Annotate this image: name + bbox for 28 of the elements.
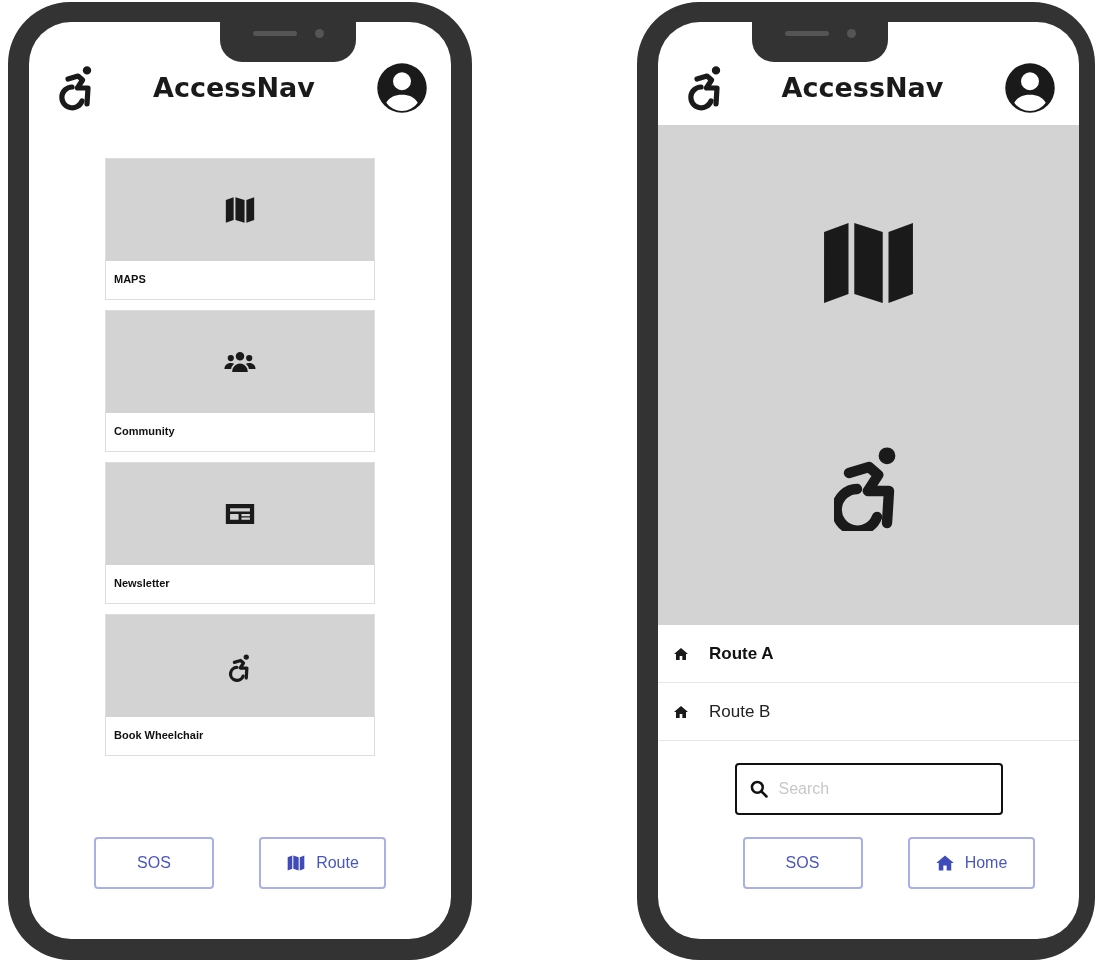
card-label: Community — [114, 425, 175, 437]
feature-card[interactable]: MAPS — [105, 158, 375, 300]
home-icon — [673, 703, 689, 720]
app-title: AccessNav — [152, 72, 316, 103]
sos-button[interactable]: SOS — [94, 837, 214, 889]
route-button[interactable]: Route — [259, 837, 386, 889]
home-icon — [673, 645, 689, 662]
speaker-grille — [252, 30, 297, 36]
sos-button[interactable]: SOS — [742, 837, 863, 889]
camera-lens — [846, 28, 856, 38]
search-icon — [748, 779, 769, 799]
app-title: AccessNav — [780, 72, 945, 103]
home-icon — [934, 853, 955, 873]
feature-card[interactable]: Book Wheelchair — [105, 614, 375, 756]
home-button[interactable]: Home — [907, 837, 1035, 889]
speaker-grille — [784, 30, 829, 36]
map-icon — [821, 223, 916, 303]
camera-lens — [314, 28, 324, 38]
card-label: MAPS — [114, 273, 146, 285]
map-icon — [286, 853, 307, 873]
route-item[interactable]: Route A — [658, 625, 1079, 683]
feature-card[interactable]: Newsletter — [105, 462, 375, 604]
feature-card[interactable]: Community — [105, 310, 375, 452]
profile-icon[interactable] — [375, 60, 429, 115]
profile-icon[interactable] — [1003, 60, 1057, 115]
route-item[interactable]: Route B — [658, 683, 1079, 741]
card-label: Book Wheelchair — [114, 729, 204, 741]
card-label: Newsletter — [114, 577, 170, 589]
